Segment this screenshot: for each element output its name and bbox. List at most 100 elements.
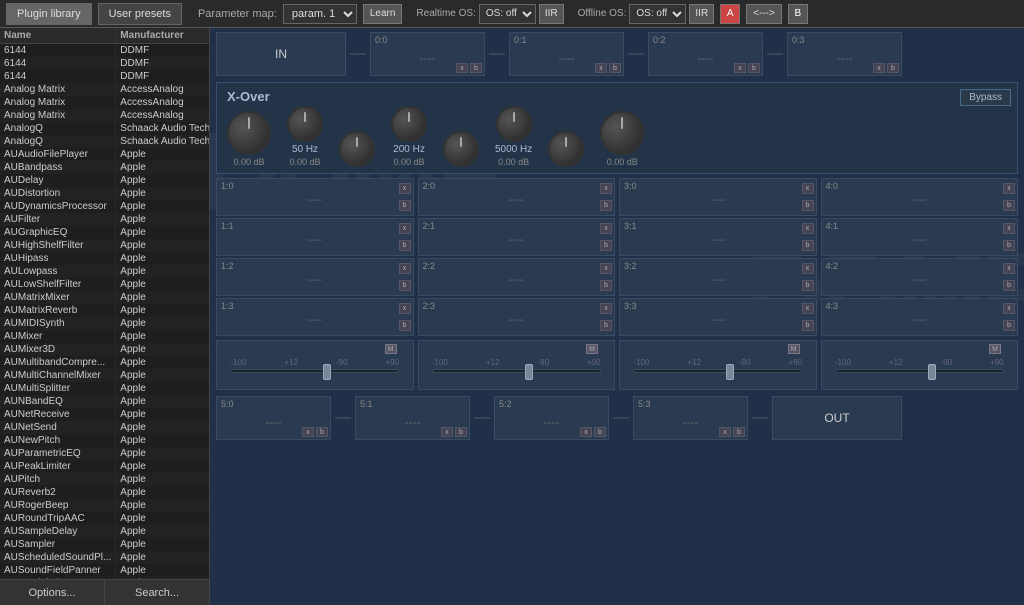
cell-btn-x-2:0[interactable]: x xyxy=(600,183,612,194)
fader-track-1[interactable] xyxy=(230,369,399,373)
plugin-list-row[interactable]: AUNetReceiveAppleAU xyxy=(0,408,209,421)
out-slot-0-btn-x[interactable]: x xyxy=(302,427,314,437)
bypass-button[interactable]: Bypass xyxy=(960,89,1011,106)
offline-os-select[interactable]: OS: off xyxy=(629,4,686,24)
matrix-cell-2-0[interactable]: 2:0 ---- x b xyxy=(418,178,616,216)
plugin-list-row[interactable]: AUHighShelfFilterAppleAU xyxy=(0,239,209,252)
cell-btn-b-3:3[interactable]: b xyxy=(802,320,814,331)
fader-thumb-2[interactable] xyxy=(525,364,533,380)
cell-btn-x-4:2[interactable]: x xyxy=(1003,263,1015,274)
knob-freq-5000hz[interactable] xyxy=(496,106,532,142)
plugin-list-row[interactable]: AUFilterAppleAU xyxy=(0,213,209,226)
fader-thumb-1[interactable] xyxy=(323,364,331,380)
in-slot-0[interactable]: 0:0 ---- x b xyxy=(370,32,485,76)
out-slot-3[interactable]: 5:3 ---- x b xyxy=(633,396,748,440)
knob-gain-8[interactable] xyxy=(600,111,644,155)
iir2-button[interactable]: IIR xyxy=(689,4,714,24)
realtime-os-select[interactable]: OS: off xyxy=(479,4,536,24)
cell-btn-x-3:2[interactable]: x xyxy=(802,263,814,274)
plugin-list-row[interactable]: AUHipassAppleAU xyxy=(0,252,209,265)
b-button[interactable]: B xyxy=(788,4,808,24)
search-button[interactable]: Search... xyxy=(105,580,209,605)
cell-btn-x-3:1[interactable]: x xyxy=(802,223,814,234)
matrix-cell-4-3[interactable]: 4:3 ---- x b xyxy=(821,298,1019,336)
plugin-list-row[interactable]: AULowpassAppleAU xyxy=(0,265,209,278)
fader-track-2[interactable] xyxy=(432,369,601,373)
plugin-list-row[interactable]: 6144DDMFAU xyxy=(0,44,209,58)
cell-btn-x-1:1[interactable]: x xyxy=(399,223,411,234)
matrix-cell-4-0[interactable]: 4:0 ---- x b xyxy=(821,178,1019,216)
knob-extra-2[interactable] xyxy=(443,131,479,167)
out-slot-1[interactable]: 5:1 ---- x b xyxy=(355,396,470,440)
cell-btn-x-1:3[interactable]: x xyxy=(399,303,411,314)
out-slot-2-btn-x[interactable]: x xyxy=(580,427,592,437)
fader-m-btn-1[interactable]: M xyxy=(385,344,397,354)
fader-thumb-4[interactable] xyxy=(928,364,936,380)
plugin-list-row[interactable]: AUGraphicEQAppleAU xyxy=(0,226,209,239)
cell-btn-b-4:3[interactable]: b xyxy=(1003,320,1015,331)
cell-btn-b-3:0[interactable]: b xyxy=(802,200,814,211)
cell-btn-x-1:2[interactable]: x xyxy=(399,263,411,274)
plugin-list-row[interactable]: AUSamplerAppleAUi xyxy=(0,538,209,551)
out-slot-2-btn-b[interactable]: b xyxy=(594,427,606,437)
plugin-list-row[interactable]: AUAudioFilePlayerAppleAU xyxy=(0,148,209,161)
matrix-cell-1-1[interactable]: 1:1 ---- x b xyxy=(216,218,414,256)
plugin-list-row[interactable]: AnalogQSchaack Audio Tech...VST xyxy=(0,135,209,148)
cell-btn-b-1:1[interactable]: b xyxy=(399,240,411,251)
plugin-list-row[interactable]: AUNBandEQAppleAU xyxy=(0,395,209,408)
in-slot-1[interactable]: 0:1 ---- x b xyxy=(509,32,624,76)
iir1-button[interactable]: IIR xyxy=(539,4,564,24)
cell-btn-x-1:0[interactable]: x xyxy=(399,183,411,194)
plugin-list-row[interactable]: AUMixer3DAppleAU xyxy=(0,343,209,356)
out-slot-1-btn-b[interactable]: b xyxy=(455,427,467,437)
knob-extra-3[interactable] xyxy=(548,131,584,167)
plugin-library-tab[interactable]: Plugin library xyxy=(6,3,92,25)
matrix-cell-2-2[interactable]: 2:2 ---- x b xyxy=(418,258,616,296)
plugin-list-row[interactable]: AUSoundFieldPannerAppleAU xyxy=(0,564,209,577)
plugin-list-row[interactable]: AUParametricEQAppleAU xyxy=(0,447,209,460)
in-slot-3[interactable]: 0:3 ---- x b xyxy=(787,32,902,76)
plugin-list-row[interactable]: AUBandpassAppleAU xyxy=(0,161,209,174)
plugin-list-row[interactable]: AnalogQSchaack Audio Tech...AU xyxy=(0,122,209,135)
out-slot-0[interactable]: 5:0 ---- x b xyxy=(216,396,331,440)
options-button[interactable]: Options... xyxy=(0,580,105,605)
matrix-cell-1-3[interactable]: 1:3 ---- x b xyxy=(216,298,414,336)
matrix-cell-1-2[interactable]: 1:2 ---- x b xyxy=(216,258,414,296)
in-slot-0-btn-b[interactable]: b xyxy=(470,63,482,73)
plugin-list-row[interactable]: AUNetSendAppleAU xyxy=(0,421,209,434)
plugin-list-row[interactable]: AUNewPitchAppleAU xyxy=(0,434,209,447)
plugin-list-row[interactable]: AURogerBeepAppleAU xyxy=(0,499,209,512)
fader-track-3[interactable] xyxy=(633,369,802,373)
cell-btn-x-2:1[interactable]: x xyxy=(600,223,612,234)
cell-btn-b-2:3[interactable]: b xyxy=(600,320,612,331)
out-slot-1-btn-x[interactable]: x xyxy=(441,427,453,437)
plugin-list-row[interactable]: AUMatrixMixerAppleAU xyxy=(0,291,209,304)
cell-btn-x-4:1[interactable]: x xyxy=(1003,223,1015,234)
fader-thumb-3[interactable] xyxy=(726,364,734,380)
cell-btn-b-1:2[interactable]: b xyxy=(399,280,411,291)
matrix-cell-3-2[interactable]: 3:2 ---- x b xyxy=(619,258,817,296)
knob-freq-50hz[interactable] xyxy=(287,106,323,142)
matrix-cell-2-3[interactable]: 2:3 ---- x b xyxy=(418,298,616,336)
plugin-list-row[interactable]: Analog MatrixAccessAnalogAU xyxy=(0,83,209,96)
in-slot-1-btn-b[interactable]: b xyxy=(609,63,621,73)
in-slot-2-btn-x[interactable]: x xyxy=(734,63,746,73)
plugin-list-row[interactable]: 6144DDMFVST3 xyxy=(0,57,209,70)
plugin-list-row[interactable]: AUSampleDelayAppleAU xyxy=(0,525,209,538)
matrix-cell-2-1[interactable]: 2:1 ---- x b xyxy=(418,218,616,256)
out-slot-3-btn-b[interactable]: b xyxy=(733,427,745,437)
plugin-list-row[interactable]: AUMatrixReverbAppleAU xyxy=(0,304,209,317)
ab-arrow-button[interactable]: <---> xyxy=(746,4,782,24)
fader-m-btn-3[interactable]: M xyxy=(788,344,800,354)
plugin-table[interactable]: Name Manufacturer Type 6144DDMFAU6144DDM… xyxy=(0,28,209,579)
plugin-list-row[interactable]: AUPitchAppleAU xyxy=(0,473,209,486)
knob-gain-1[interactable] xyxy=(227,111,271,155)
cell-btn-b-4:0[interactable]: b xyxy=(1003,200,1015,211)
cell-btn-x-3:3[interactable]: x xyxy=(802,303,814,314)
cell-btn-b-1:3[interactable]: b xyxy=(399,320,411,331)
cell-btn-x-4:3[interactable]: x xyxy=(1003,303,1015,314)
plugin-list-row[interactable]: AUReverb2AppleAU xyxy=(0,486,209,499)
fader-m-btn-4[interactable]: M xyxy=(989,344,1001,354)
out-slot-3-btn-x[interactable]: x xyxy=(719,427,731,437)
plugin-list-row[interactable]: AULowShelfFilterAppleAU xyxy=(0,278,209,291)
